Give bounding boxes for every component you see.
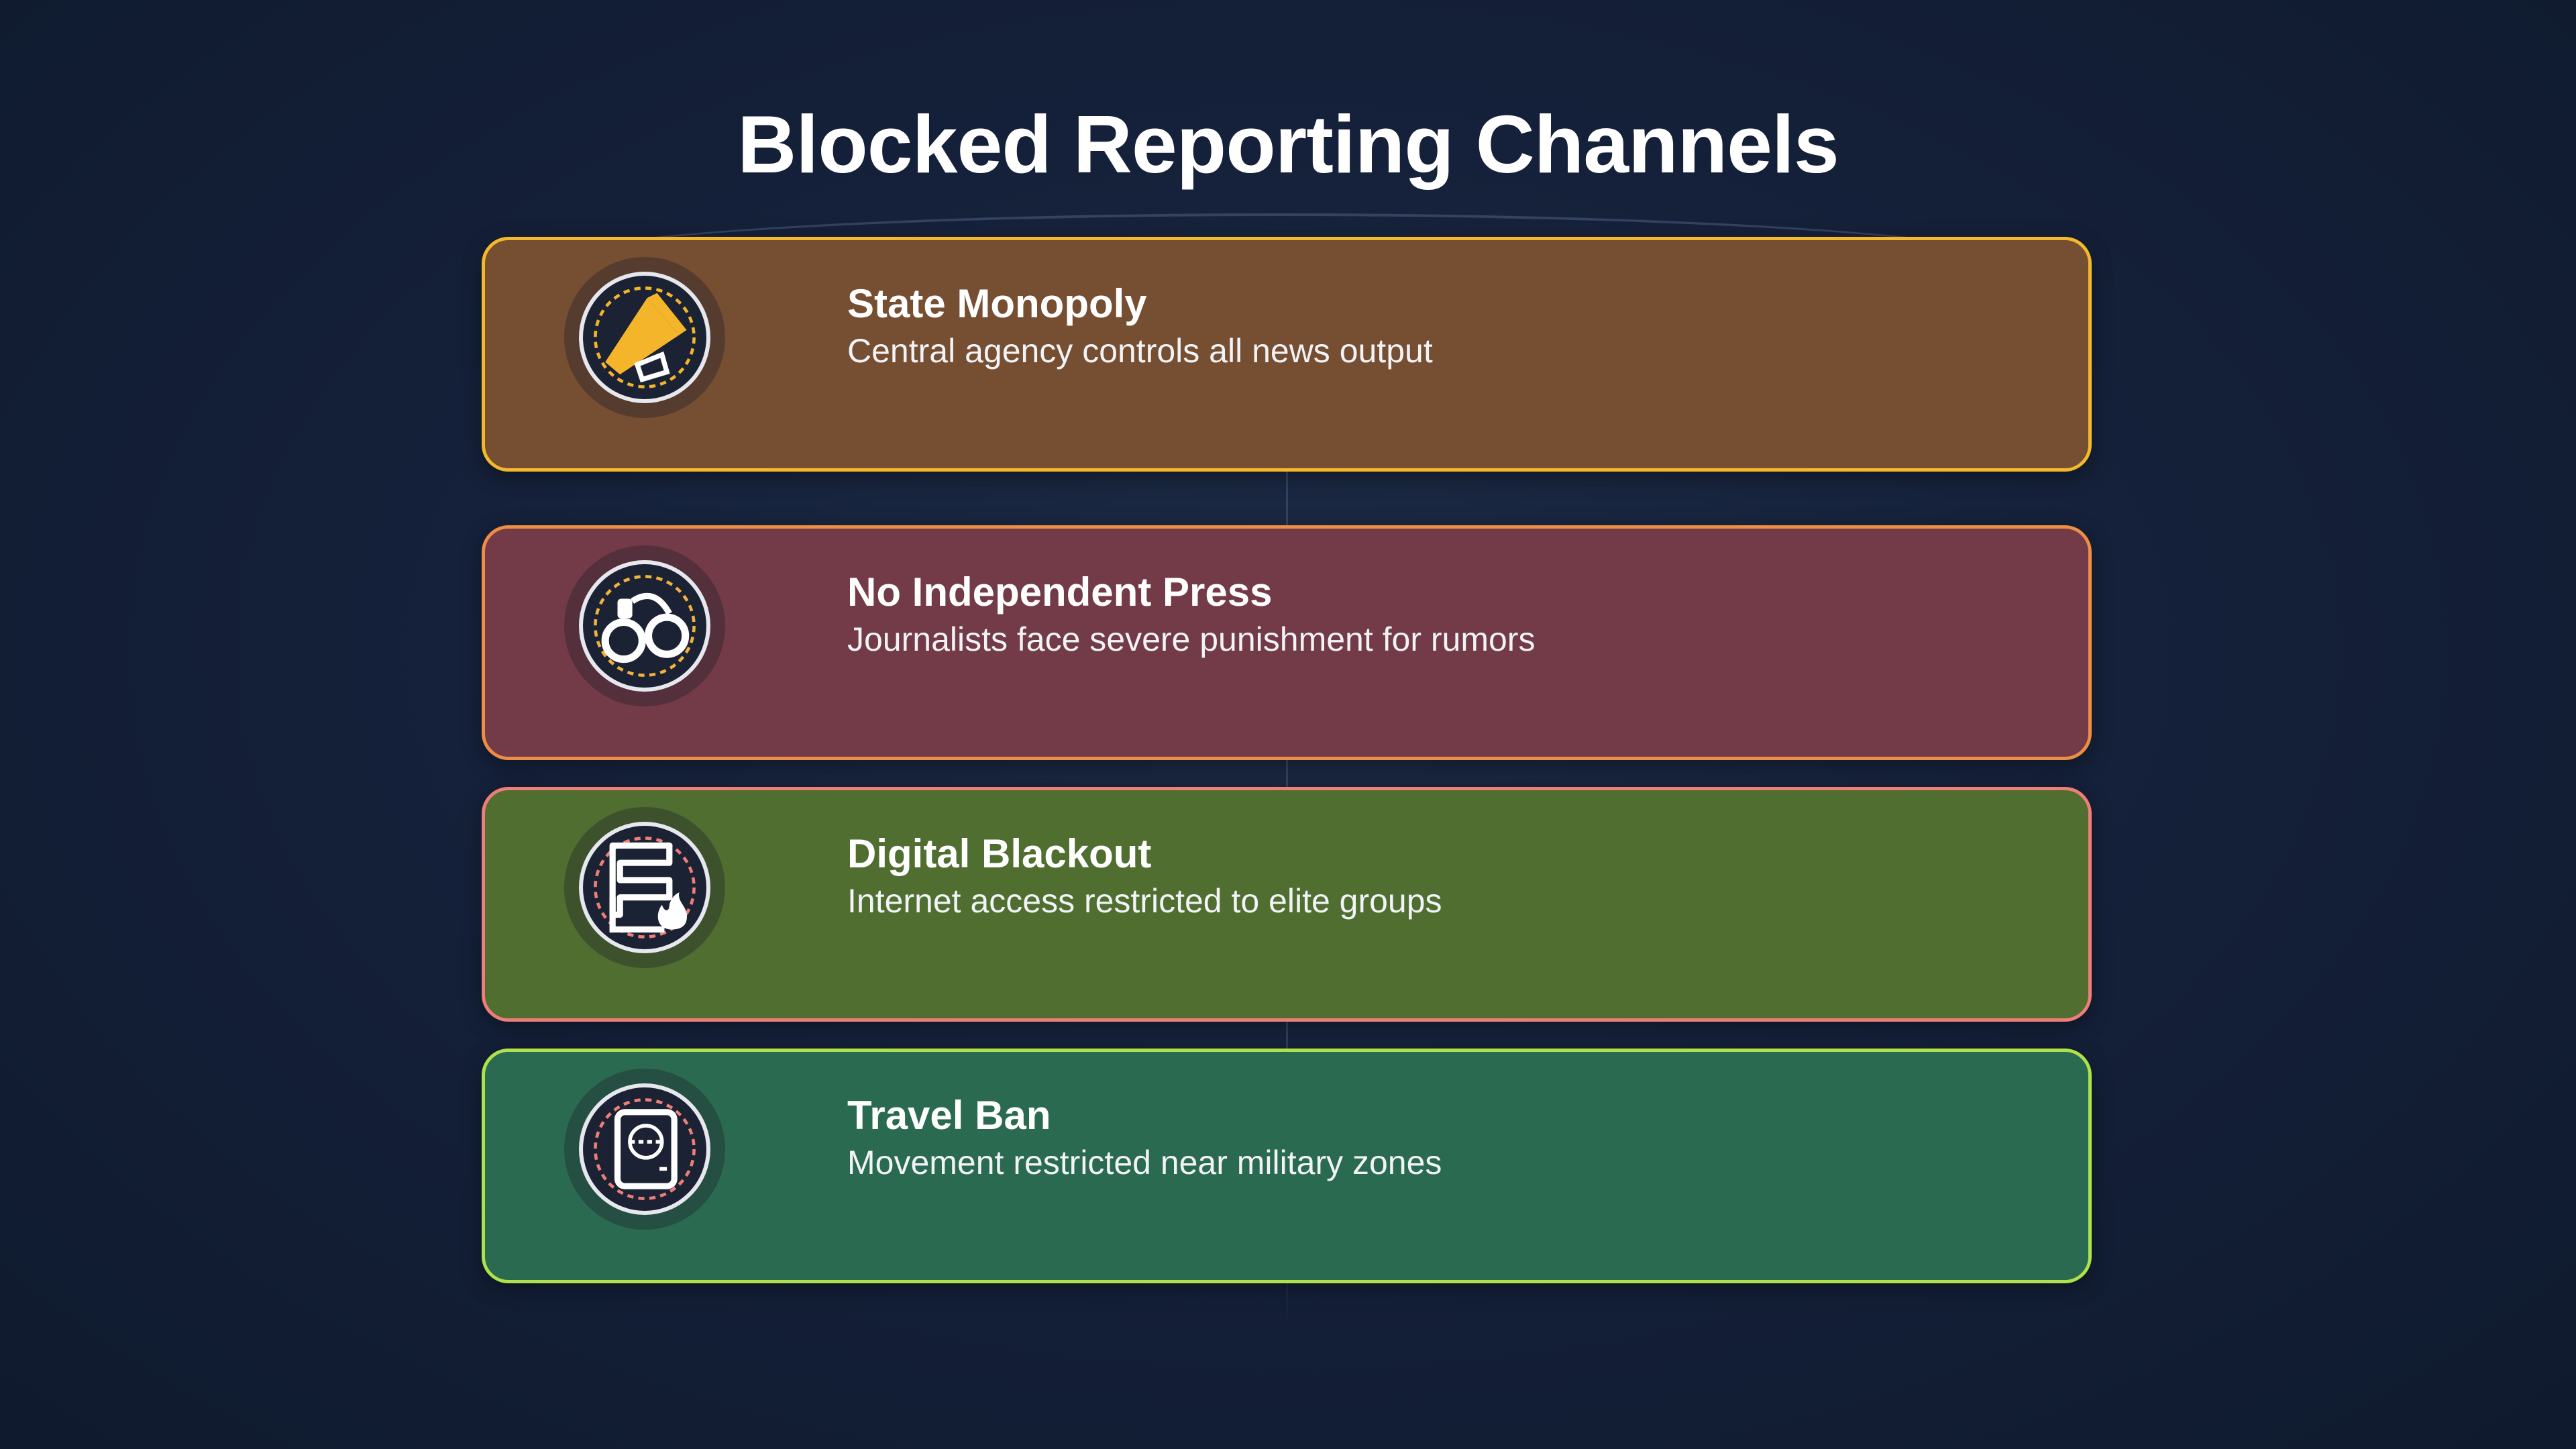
card-description: Journalists face severe punishment for r…: [847, 621, 1536, 658]
card-title: No Independent Press: [847, 570, 1273, 614]
card-travel-ban: Travel Ban Movement restricted near mili…: [482, 1049, 2092, 1283]
card-title: Digital Blackout: [847, 831, 1152, 876]
card-state-monopoly: State Monopoly Central agency controls a…: [482, 237, 2092, 472]
card-description: Internet access restricted to elite grou…: [847, 882, 1442, 920]
card-title: State Monopoly: [847, 281, 1147, 326]
card-description: Movement restricted near military zones: [847, 1144, 1442, 1181]
icon-badge: [564, 1069, 725, 1230]
card-digital-blackout: Digital Blackout Internet access restric…: [482, 787, 2092, 1022]
megaphone-icon: [594, 286, 696, 388]
icon-badge: [564, 545, 725, 706]
card-no-independent-press: No Independent Press Journalists face se…: [482, 525, 2092, 760]
card-description: Central agency controls all news output: [847, 332, 1433, 370]
handcuffs-icon: [594, 575, 696, 677]
passport-icon: [594, 1098, 696, 1200]
icon-badge: [564, 807, 725, 968]
card-title: Travel Ban: [847, 1093, 1051, 1138]
icon-badge: [564, 257, 725, 418]
page-title: Blocked Reporting Channels: [737, 99, 1839, 190]
burning-document-icon: [594, 837, 696, 938]
